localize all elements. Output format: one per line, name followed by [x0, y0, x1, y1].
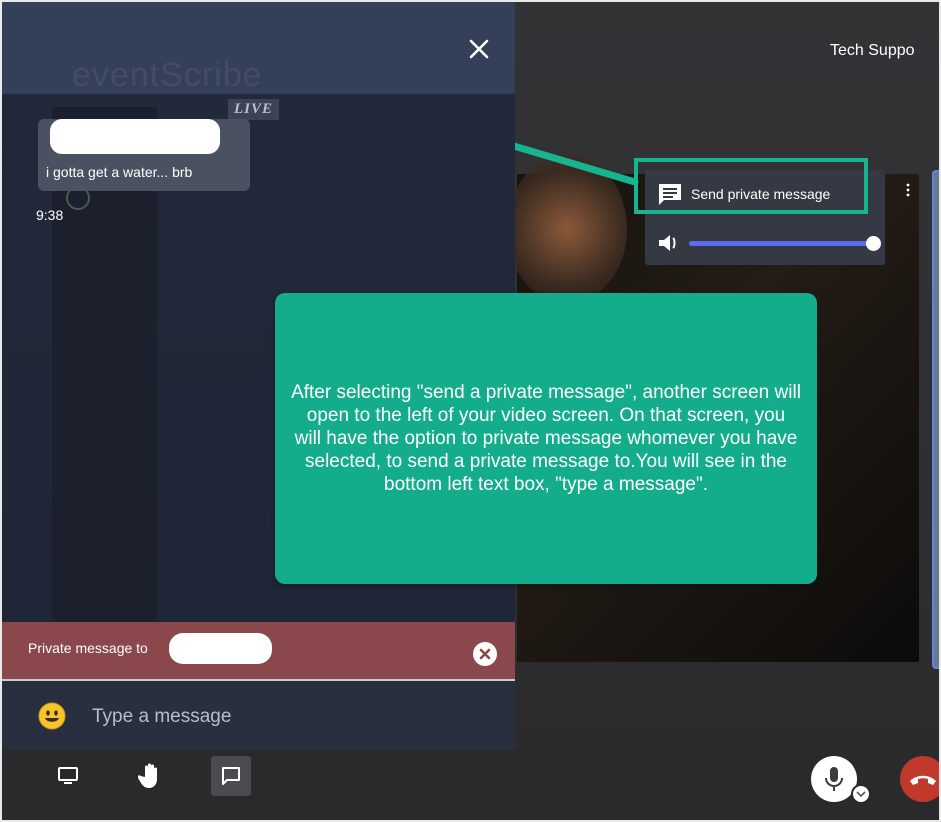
avatar	[66, 186, 90, 210]
clear-recipient-button[interactable]	[473, 642, 497, 666]
chat-button[interactable]	[211, 756, 251, 796]
screen-share-icon	[58, 767, 78, 784]
close-circle-icon	[479, 648, 491, 660]
brand-watermark: eventScribe	[72, 56, 263, 94]
volume-control[interactable]	[657, 232, 881, 254]
chat-icon	[222, 767, 240, 785]
more-options-icon[interactable]	[905, 182, 911, 198]
microphone-options-button[interactable]	[851, 784, 871, 804]
send-private-message-label: Send private message	[691, 186, 831, 202]
tutorial-callout: After selecting "send a private message"…	[275, 293, 817, 584]
raise-hand-icon	[138, 763, 157, 788]
message-text: i gotta get a water... brb	[46, 164, 193, 180]
app-window: Tech Suppo Send private message eventScr…	[2, 2, 941, 822]
emoji-icon[interactable]	[38, 702, 66, 730]
message-input[interactable]	[90, 700, 494, 734]
send-private-message-item[interactable]: Send private message	[657, 182, 830, 206]
raise-hand-button[interactable]	[130, 756, 170, 796]
volume-slider[interactable]	[689, 235, 881, 251]
hangup-button[interactable]	[900, 756, 941, 802]
sender-name-redacted	[50, 119, 220, 154]
tutorial-callout-text: After selecting "send a private message"…	[291, 382, 801, 495]
volume-icon	[659, 235, 676, 251]
volume-slider-handle[interactable]	[866, 235, 881, 251]
video-tile-secondary[interactable]	[932, 170, 941, 669]
hangup-icon	[910, 775, 936, 785]
chevron-down-icon	[856, 791, 866, 798]
message-icon	[659, 184, 681, 205]
recipient-name-redacted	[169, 633, 272, 664]
close-icon[interactable]	[468, 38, 490, 60]
private-message-label: Private message to	[28, 640, 148, 656]
live-badge: LIVE	[228, 99, 280, 120]
speaker-name: Tech Suppo	[830, 42, 915, 59]
message-timestamp: 9:38	[36, 207, 64, 223]
screen-share-button[interactable]	[48, 756, 88, 796]
